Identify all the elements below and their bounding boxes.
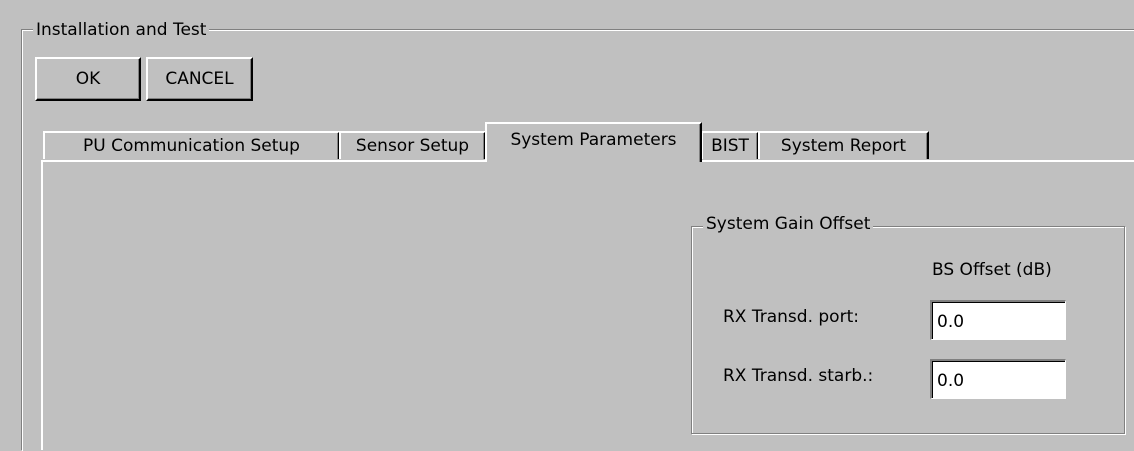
tab-sensor-setup[interactable]: Sensor Setup xyxy=(339,131,486,159)
ok-button[interactable]: OK xyxy=(35,57,141,101)
tab-bist[interactable]: BIST xyxy=(701,131,759,159)
cancel-button[interactable]: CANCEL xyxy=(146,57,253,101)
tab-pu-communication-setup[interactable]: PU Communication Setup xyxy=(43,131,340,159)
system-gain-offset-title: System Gain Offset xyxy=(703,214,874,234)
tab-system-parameters[interactable]: System Parameters xyxy=(485,122,702,162)
tab-system-report[interactable]: System Report xyxy=(758,131,929,159)
system-parameters-panel xyxy=(41,160,1134,450)
installation-test-title: Installation and Test xyxy=(33,20,210,40)
